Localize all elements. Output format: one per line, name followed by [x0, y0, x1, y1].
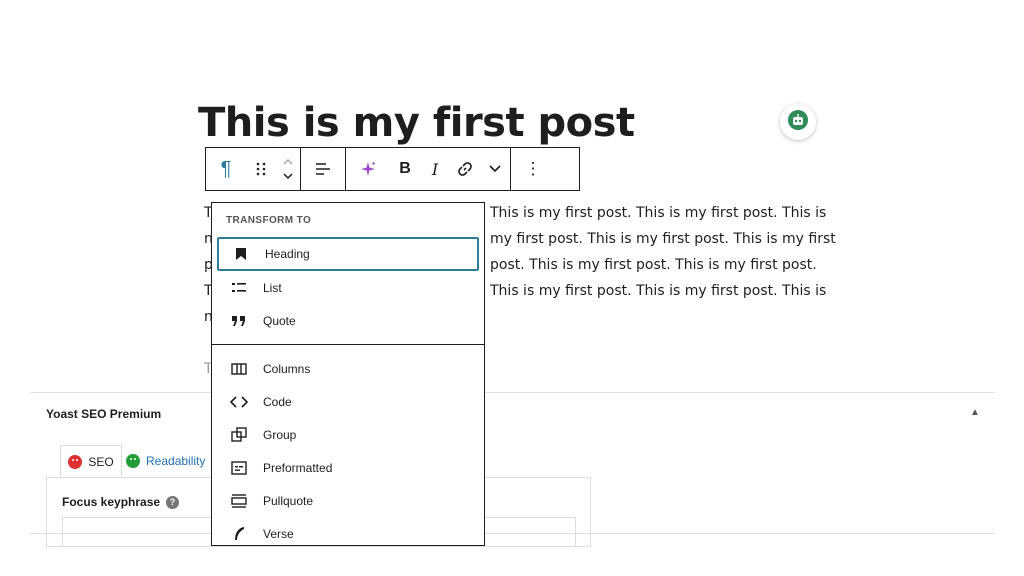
- menu-item-label: Code: [263, 395, 292, 409]
- bold-icon[interactable]: B: [390, 148, 420, 190]
- help-icon[interactable]: ?: [166, 495, 180, 509]
- focus-keyphrase-label: Focus keyphrase ?: [62, 495, 180, 509]
- link-icon[interactable]: [450, 148, 480, 190]
- menu-item-label: Preformatted: [263, 461, 333, 475]
- options-group: ⋮: [511, 148, 555, 190]
- verse-icon: [227, 526, 251, 542]
- paragraph-line: my first post. This is my first post. Th…: [490, 231, 836, 247]
- menu-item-verse[interactable]: Verse: [217, 517, 479, 545]
- code-icon: [227, 395, 251, 409]
- tab-readability-label: Readability: [146, 454, 206, 468]
- bookmark-icon: [229, 247, 253, 261]
- robot-icon: [787, 109, 809, 136]
- list-icon: [227, 281, 251, 295]
- menu-item-label: Quote: [263, 314, 296, 328]
- quote-icon: [227, 314, 251, 328]
- menu-item-preformatted[interactable]: Preformatted: [217, 451, 479, 485]
- menu-item-heading[interactable]: Heading: [217, 237, 479, 271]
- drag-handle-icon[interactable]: [246, 148, 276, 190]
- tab-seo[interactable]: SEO: [60, 445, 122, 477]
- menu-item-group[interactable]: Group: [217, 418, 479, 452]
- pilcrow-glyph: ¶: [220, 157, 232, 180]
- format-group: B I: [346, 148, 511, 190]
- bold-glyph: B: [399, 160, 411, 177]
- paragraph-line: post. This is my first post. This is my …: [490, 257, 817, 273]
- preformatted-icon: [227, 461, 251, 475]
- pilcrow-icon[interactable]: ¶: [206, 148, 246, 190]
- italic-glyph: I: [431, 159, 439, 179]
- more-options-icon[interactable]: ⋮: [511, 148, 555, 190]
- tab-readability[interactable]: Readability: [126, 445, 205, 477]
- menu-item-label: Heading: [265, 247, 310, 261]
- tab-seo-label: SEO: [88, 454, 114, 469]
- move-up-down-icon[interactable]: [276, 148, 300, 190]
- menu-item-label: Columns: [263, 362, 311, 376]
- group-icon: [227, 427, 251, 443]
- ai-sparkle-icon[interactable]: [346, 148, 390, 190]
- transform-menu: TRANSFORM TO Heading List Quote Columns …: [211, 202, 485, 546]
- italic-icon[interactable]: I: [420, 148, 450, 190]
- menu-item-pullquote[interactable]: Pullquote: [217, 484, 479, 518]
- menu-separator: [212, 344, 484, 345]
- readability-status-icon: [126, 454, 140, 468]
- columns-icon: [227, 362, 251, 376]
- block-toolbar: ¶ B I ⋮: [205, 147, 580, 191]
- ai-assistant-button[interactable]: [780, 104, 816, 140]
- transform-menu-header: TRANSFORM TO: [226, 215, 312, 226]
- block-type-group: ¶: [206, 148, 301, 190]
- paragraph-line: This is my first post. This is my first …: [490, 283, 827, 299]
- seo-status-icon: [68, 454, 83, 469]
- pullquote-icon: [227, 494, 251, 508]
- menu-item-list[interactable]: List: [217, 271, 479, 305]
- menu-item-label: Group: [263, 428, 297, 442]
- more-glyph: ⋮: [524, 159, 542, 178]
- menu-item-label: Pullquote: [263, 494, 314, 508]
- menu-item-label: Verse: [263, 527, 294, 541]
- metabox-bottom-divider: [30, 533, 995, 534]
- yoast-title[interactable]: Yoast SEO Premium: [46, 407, 161, 421]
- post-title[interactable]: This is my first post: [198, 100, 635, 146]
- focus-keyphrase-text: Focus keyphrase: [62, 495, 161, 509]
- menu-item-quote[interactable]: Quote: [217, 304, 479, 338]
- menu-item-columns[interactable]: Columns: [217, 352, 479, 386]
- menu-item-code[interactable]: Code: [217, 385, 479, 419]
- align-icon[interactable]: [301, 148, 345, 190]
- paragraph-line: This is my first post. This is my first …: [490, 205, 827, 221]
- metabox-divider: [30, 392, 995, 393]
- menu-item-label: List: [263, 281, 282, 295]
- chevron-down-icon[interactable]: [480, 148, 510, 190]
- alignment-group: [301, 148, 346, 190]
- collapse-arrow-icon[interactable]: ▲: [970, 407, 980, 418]
